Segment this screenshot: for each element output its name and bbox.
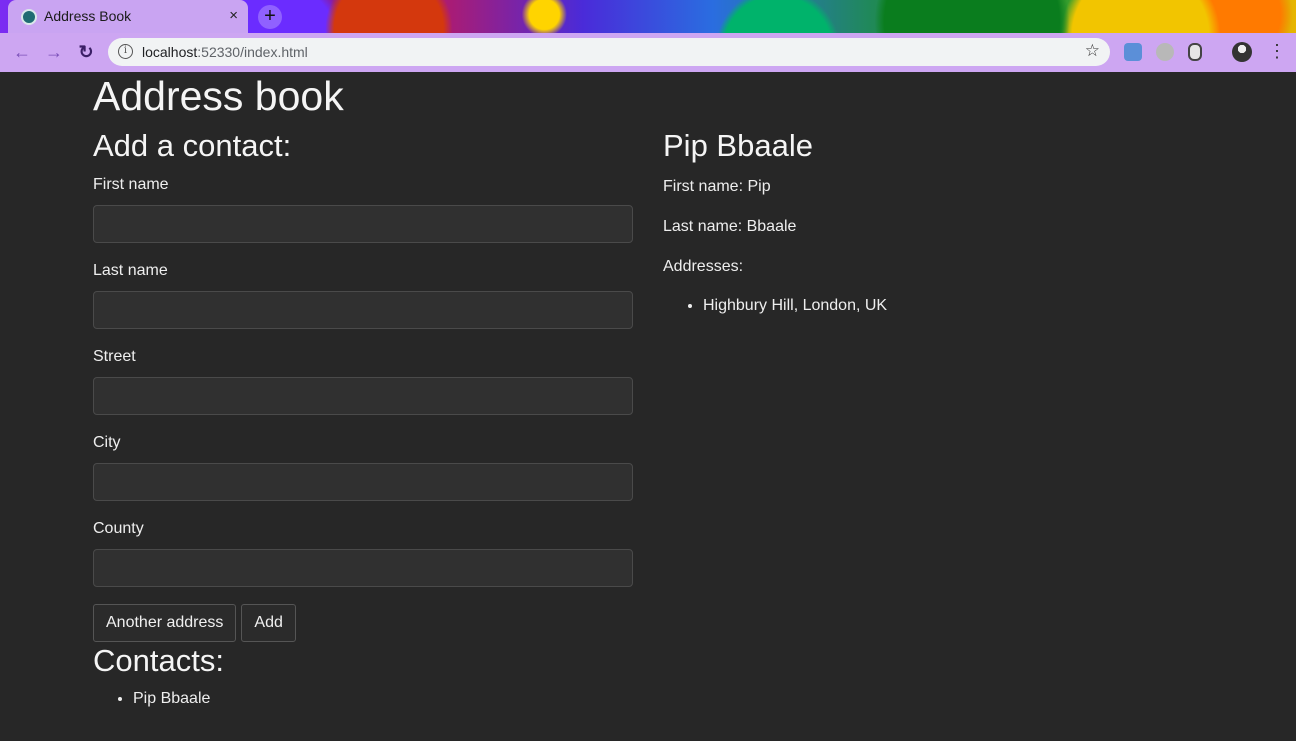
browser-toolbar: ← → ↻ i localhost:52330/index.html ☆ ⋮ — [0, 33, 1296, 72]
city-group: City — [93, 434, 633, 501]
county-input[interactable] — [93, 549, 633, 587]
address-bar[interactable]: i localhost:52330/index.html ☆ — [108, 38, 1110, 66]
contacts-list: Pip Bbaale — [133, 690, 210, 708]
forward-arrow-icon[interactable]: → — [43, 41, 65, 63]
browser-tab[interactable]: Address Book × — [8, 0, 248, 33]
star-icon[interactable]: ☆ — [1085, 41, 1100, 61]
last-name-label: Last name — [93, 262, 168, 279]
cloud-extension-icon[interactable] — [1124, 43, 1142, 61]
address-item: Highbury Hill, London, UK — [703, 297, 1203, 315]
first-name-group: First name — [93, 176, 633, 243]
form-heading: Add a contact: — [93, 128, 292, 163]
close-icon[interactable]: × — [229, 7, 238, 24]
url-text[interactable]: localhost:52330/index.html — [142, 44, 308, 60]
street-input[interactable] — [93, 377, 633, 415]
county-group: County — [93, 520, 633, 587]
profile-avatar[interactable] — [1232, 42, 1252, 62]
another-address-button[interactable]: Another address — [93, 604, 237, 642]
reload-icon[interactable]: ↻ — [75, 41, 97, 63]
browser-chrome: Address Book × + ← → ↻ i localhost:52330… — [0, 0, 1296, 72]
first-name-input[interactable] — [93, 205, 633, 243]
page-title: Address book — [93, 73, 344, 119]
menu-icon[interactable]: ⋮ — [1268, 41, 1286, 61]
extension-icon[interactable] — [1156, 43, 1174, 61]
street-group: Street — [93, 348, 633, 415]
page-content: Address book Add a contact: First name L… — [0, 72, 1296, 741]
detail-last-name: Last name: Bbaale — [663, 218, 797, 235]
city-input[interactable] — [93, 463, 633, 501]
city-label: City — [93, 434, 121, 451]
add-contact-form: Add a contact: First name Last name Stre… — [93, 128, 633, 606]
tab-title: Address Book — [44, 8, 132, 24]
county-label: County — [93, 520, 144, 537]
contacts-heading: Contacts: — [93, 643, 224, 678]
new-tab-button[interactable]: + — [258, 5, 282, 29]
info-icon[interactable]: i — [118, 44, 133, 59]
street-label: Street — [93, 348, 136, 365]
contact-detail: Pip Bbaale First name: Pip Last name: Bb… — [663, 128, 1203, 315]
detail-heading: Pip Bbaale — [663, 128, 813, 163]
address-list: Highbury Hill, London, UK — [703, 288, 1203, 315]
url-path: :52330/index.html — [197, 44, 308, 60]
last-name-group: Last name — [93, 262, 633, 329]
detail-first-name: First name: Pip — [663, 178, 771, 195]
form-buttons: Another address Add — [93, 604, 301, 642]
contact-item[interactable]: Pip Bbaale — [133, 690, 210, 708]
mouse-extension-icon[interactable] — [1188, 43, 1202, 61]
last-name-input[interactable] — [93, 291, 633, 329]
add-button[interactable]: Add — [241, 604, 296, 642]
back-arrow-icon[interactable]: ← — [11, 41, 33, 63]
favicon-icon — [21, 9, 37, 25]
url-host: localhost — [142, 44, 198, 60]
first-name-label: First name — [93, 176, 169, 193]
detail-addresses-label: Addresses: — [663, 258, 744, 275]
